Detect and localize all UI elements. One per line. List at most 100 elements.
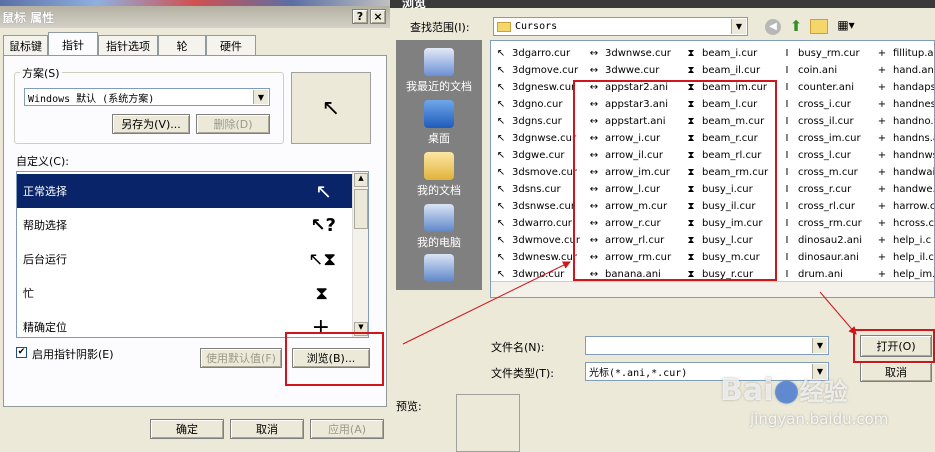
file-item[interactable]: + harrow.c xyxy=(875,198,934,215)
tab-pointer-options[interactable]: 指针选项 xyxy=(98,35,158,55)
cursor-file-icon: ↖ xyxy=(496,48,506,59)
filename-input[interactable]: ▼ xyxy=(585,336,829,355)
file-item[interactable]: Icross_rl.cur xyxy=(780,198,862,215)
file-item[interactable]: + hand.ani xyxy=(875,62,934,79)
file-item[interactable]: ↔ 3dwnwse.cur xyxy=(587,45,671,62)
close-title-button[interactable]: × xyxy=(370,9,386,24)
look-in-dropdown[interactable]: Cursors ▼ xyxy=(493,17,748,36)
file-item[interactable]: ↔ 3dwwe.cur xyxy=(587,62,671,79)
file-item[interactable]: Idinosau2.ani xyxy=(780,232,863,249)
file-item[interactable]: + handaps xyxy=(875,79,934,96)
file-item[interactable]: ↖ 3dgns.cur xyxy=(494,113,580,130)
file-item[interactable]: Ibusy_rm.cur xyxy=(780,45,862,62)
list-item[interactable]: 帮助选择 ↖? xyxy=(17,208,354,242)
apply-button[interactable]: 应用(A) xyxy=(310,419,384,439)
pointer-preview-box: ↖ xyxy=(291,72,371,144)
tab-hardware[interactable]: 硬件 xyxy=(206,35,256,55)
file-item[interactable]: ↖ 3dwmove.cur xyxy=(494,232,580,249)
file-item[interactable]: ⧗ beam_i.cur xyxy=(684,45,768,62)
place-network[interactable] xyxy=(396,254,482,284)
places-bar: 我最近的文档 桌面 我的文档 我的电脑 xyxy=(396,40,482,290)
view-menu-icon[interactable]: ▦▾ xyxy=(834,18,858,35)
horizontal-scrollbar[interactable] xyxy=(491,281,934,297)
file-item[interactable]: ⧗ beam_il.cur xyxy=(684,62,768,79)
scroll-thumb[interactable] xyxy=(354,189,368,229)
file-item[interactable]: Icross_i.cur xyxy=(780,96,862,113)
file-item[interactable]: + handwai xyxy=(875,164,934,181)
list-item[interactable]: 后台运行 ↖⧗ xyxy=(17,242,354,276)
file-item[interactable]: ↖ 3dwarro.cur xyxy=(494,215,580,232)
list-item[interactable]: 正常选择 ↖ xyxy=(17,174,354,208)
file-item[interactable]: ↖ 3dsmove.cur xyxy=(494,164,580,181)
file-name: cross_il.cur xyxy=(798,116,854,127)
file-name: 3dsnwse.cur xyxy=(512,201,575,212)
use-default-button[interactable]: 使用默认值(F) xyxy=(200,348,282,368)
save-as-button[interactable]: 另存为(V)... xyxy=(112,114,190,134)
file-name: 3dwnesw.cur xyxy=(512,252,577,263)
shadow-checkbox[interactable]: ✔ xyxy=(16,347,27,358)
scheme-label: 方案(S) xyxy=(20,65,62,81)
tab-pointers[interactable]: 指针 xyxy=(48,32,98,56)
chevron-down-icon: ▼ xyxy=(253,90,268,104)
cursor-file-icon: ↖ xyxy=(496,82,506,93)
file-item[interactable]: Icoin.ani xyxy=(780,62,862,79)
file-item[interactable]: Idinosaur.ani xyxy=(780,249,862,266)
file-item[interactable]: + help_i.c xyxy=(875,232,934,249)
file-item[interactable]: ↖ 3dgnwse.cur xyxy=(494,130,580,147)
cursor-item-label: 正常选择 xyxy=(23,185,67,198)
file-item[interactable]: Icross_r.cur xyxy=(780,181,862,198)
cursor-file-icon: ↖ xyxy=(496,269,506,280)
back-icon[interactable]: ◀ xyxy=(765,19,781,35)
file-item[interactable]: Icross_l.cur xyxy=(780,147,862,164)
tab-wheel[interactable]: 轮 xyxy=(158,35,206,55)
place-my-computer[interactable]: 我的电脑 xyxy=(396,204,482,250)
file-item[interactable]: + help_il.c xyxy=(875,249,934,266)
tab-buttons[interactable]: 鼠标键 xyxy=(3,35,48,55)
file-item[interactable]: ↖ 3dgno.cur xyxy=(494,96,580,113)
cursor-file-icon: + xyxy=(877,150,887,161)
network-icon xyxy=(424,254,454,282)
file-item[interactable]: Icross_rm.cur xyxy=(780,215,862,232)
file-item[interactable]: ↖ 3dsnwse.cur xyxy=(494,198,580,215)
file-item[interactable]: + handnws xyxy=(875,147,934,164)
file-item[interactable]: + handwe.a xyxy=(875,181,934,198)
delete-button[interactable]: 删除(D) xyxy=(196,114,270,134)
cancel-button[interactable]: 取消 xyxy=(230,419,304,439)
scheme-dropdown[interactable]: Windows 默认 (系统方案) ▼ xyxy=(24,88,270,106)
file-name: busy_rm.cur xyxy=(798,48,860,59)
file-item[interactable]: ↖ 3dwnesw.cur xyxy=(494,249,580,266)
file-item[interactable]: ↖ 3dgmove.cur xyxy=(494,62,580,79)
file-item[interactable]: + handns.a xyxy=(875,130,934,147)
file-item[interactable]: Icounter.ani xyxy=(780,79,862,96)
scroll-up-icon[interactable]: ▲ xyxy=(354,173,368,187)
cursor-list[interactable]: 正常选择 ↖ 帮助选择 ↖? 后台运行 ↖⧗ 忙 ⧗ 精确定位 + ▲ ▼ xyxy=(16,171,369,338)
file-item[interactable]: ↖ 3dgnesw.cur xyxy=(494,79,580,96)
file-item[interactable]: ↖ 3dgwe.cur xyxy=(494,147,580,164)
file-name: 3dgnwse.cur xyxy=(512,133,577,144)
ok-button[interactable]: 确定 xyxy=(150,419,224,439)
up-folder-icon[interactable]: ⬆ xyxy=(787,17,805,35)
file-item[interactable]: Icross_il.cur xyxy=(780,113,862,130)
filetype-label: 文件类型(T): xyxy=(491,367,555,380)
place-my-documents[interactable]: 我的文档 xyxy=(396,152,482,198)
browse-cancel-button[interactable]: 取消 xyxy=(860,362,932,382)
list-scrollbar[interactable]: ▲ ▼ xyxy=(352,172,368,337)
place-recent[interactable]: 我最近的文档 xyxy=(396,48,482,94)
file-item[interactable]: ↖ 3dsns.cur xyxy=(494,181,580,198)
file-item[interactable]: + fillitup.ani xyxy=(875,45,934,62)
cursor-item-label: 忙 xyxy=(23,287,34,300)
help-title-button[interactable]: ? xyxy=(352,9,368,24)
file-item[interactable]: Icross_im.cur xyxy=(780,130,862,147)
file-name: cross_l.cur xyxy=(798,150,851,161)
place-desktop[interactable]: 桌面 xyxy=(396,100,482,146)
list-item[interactable]: 忙 ⧗ xyxy=(17,276,354,310)
file-item[interactable]: + hcross.c xyxy=(875,215,934,232)
cursor-file-icon: + xyxy=(877,167,887,178)
file-item[interactable]: + handno.a xyxy=(875,113,934,130)
paw-icon: ● xyxy=(773,373,800,408)
help-cursor-icon: ↖? xyxy=(310,214,336,236)
new-folder-icon[interactable] xyxy=(810,19,828,34)
file-item[interactable]: ↖ 3dgarro.cur xyxy=(494,45,580,62)
file-item[interactable]: Icross_m.cur xyxy=(780,164,862,181)
file-item[interactable]: + handnes xyxy=(875,96,934,113)
